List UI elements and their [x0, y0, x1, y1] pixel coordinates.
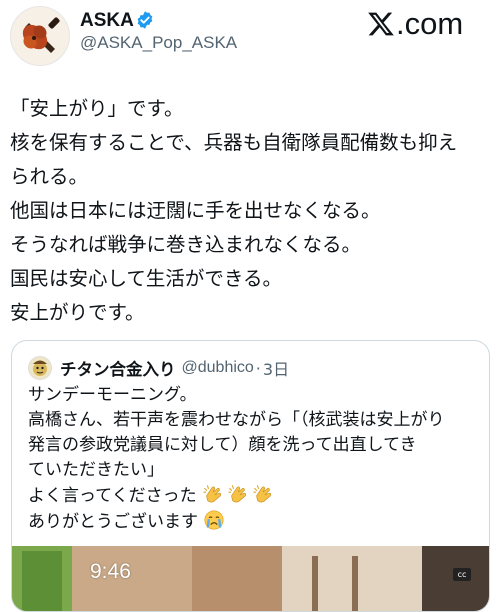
quoted-line: サンデーモーニング。 [28, 385, 197, 405]
tweet-line: 安上がりです。 [10, 301, 145, 324]
tweet-line: 「安上がり」です。 [10, 97, 184, 120]
display-name[interactable]: ASKA [80, 10, 134, 32]
tweet-line: 他国は日本には迂闊に手を出せなくなる。 [10, 199, 381, 222]
tweet-header: ASKA @ASKA_Pop_ASKA .com [0, 0, 500, 70]
quoted-tweet-body: サンデーモーニング。 高橋さん、若干声を震わせながら「（核武装は安上がり 発言の… [28, 383, 483, 535]
profile-avatar[interactable] [10, 6, 70, 66]
verified-badge-icon [137, 11, 153, 29]
tweet-line: 国民は安心して生活ができる。 [10, 267, 283, 290]
x-logo-icon [368, 12, 394, 36]
quoted-media-thumbnail[interactable]: 9:46 cc [12, 546, 489, 611]
tweet-line: 核を保有することで、兵器も自衛隊員配備数も抑え [10, 131, 458, 154]
quoted-line-text: よく言ってくださった [28, 486, 197, 506]
quoted-line: 高橋さん、若干声を震わせながら「（核武装は安上がり [28, 410, 445, 430]
character-avatar-icon [29, 357, 51, 379]
x-com-logo: .com [367, 6, 463, 42]
brand-domain-text: .com [396, 6, 464, 41]
quoted-line-text: ありがとうございます [28, 512, 198, 532]
quoted-line-with-emoji: ありがとうございます [28, 509, 483, 535]
quoted-timestamp[interactable]: 3日 [263, 356, 289, 380]
violin-avatar-icon [11, 7, 69, 65]
tv-screenshot-image [12, 546, 489, 611]
quoted-line-with-emoji: よく言ってくださった [28, 483, 483, 509]
media-time-overlay: 9:46 [90, 560, 131, 583]
account-handle[interactable]: @ASKA_Pop_ASKA [80, 33, 237, 53]
tweet-line: られる。 [10, 165, 89, 188]
quoted-line: 発言の参政党議員に対して）顔を洗って出直してき [28, 435, 417, 455]
quoted-avatar[interactable] [28, 356, 52, 380]
quoted-handle[interactable]: @dubhico [182, 359, 254, 377]
quoted-tweet-card[interactable]: チタン合金入り @dubhico · 3日 サンデーモーニング。 高橋さん、若干… [11, 340, 490, 612]
quoted-display-name[interactable]: チタン合金入り [60, 356, 176, 380]
clapping-hands-icon [253, 485, 272, 503]
tweet-line: そうなれば戦争に巻き込まれなくなる。 [10, 233, 362, 256]
dot-separator: · [255, 358, 261, 378]
closed-caption-badge: cc [453, 568, 471, 581]
crying-face-icon [204, 510, 224, 530]
clapping-hands-icon [228, 485, 247, 503]
clapping-hands-icon [203, 485, 222, 503]
quoted-line: ていただきたい」 [28, 460, 164, 480]
quoted-tweet-header: チタン合金入り @dubhico · 3日 [28, 355, 289, 381]
tweet-body: 「安上がり」です。 核を保有することで、兵器も自衛隊員配備数も抑え られる。 他… [10, 92, 495, 330]
